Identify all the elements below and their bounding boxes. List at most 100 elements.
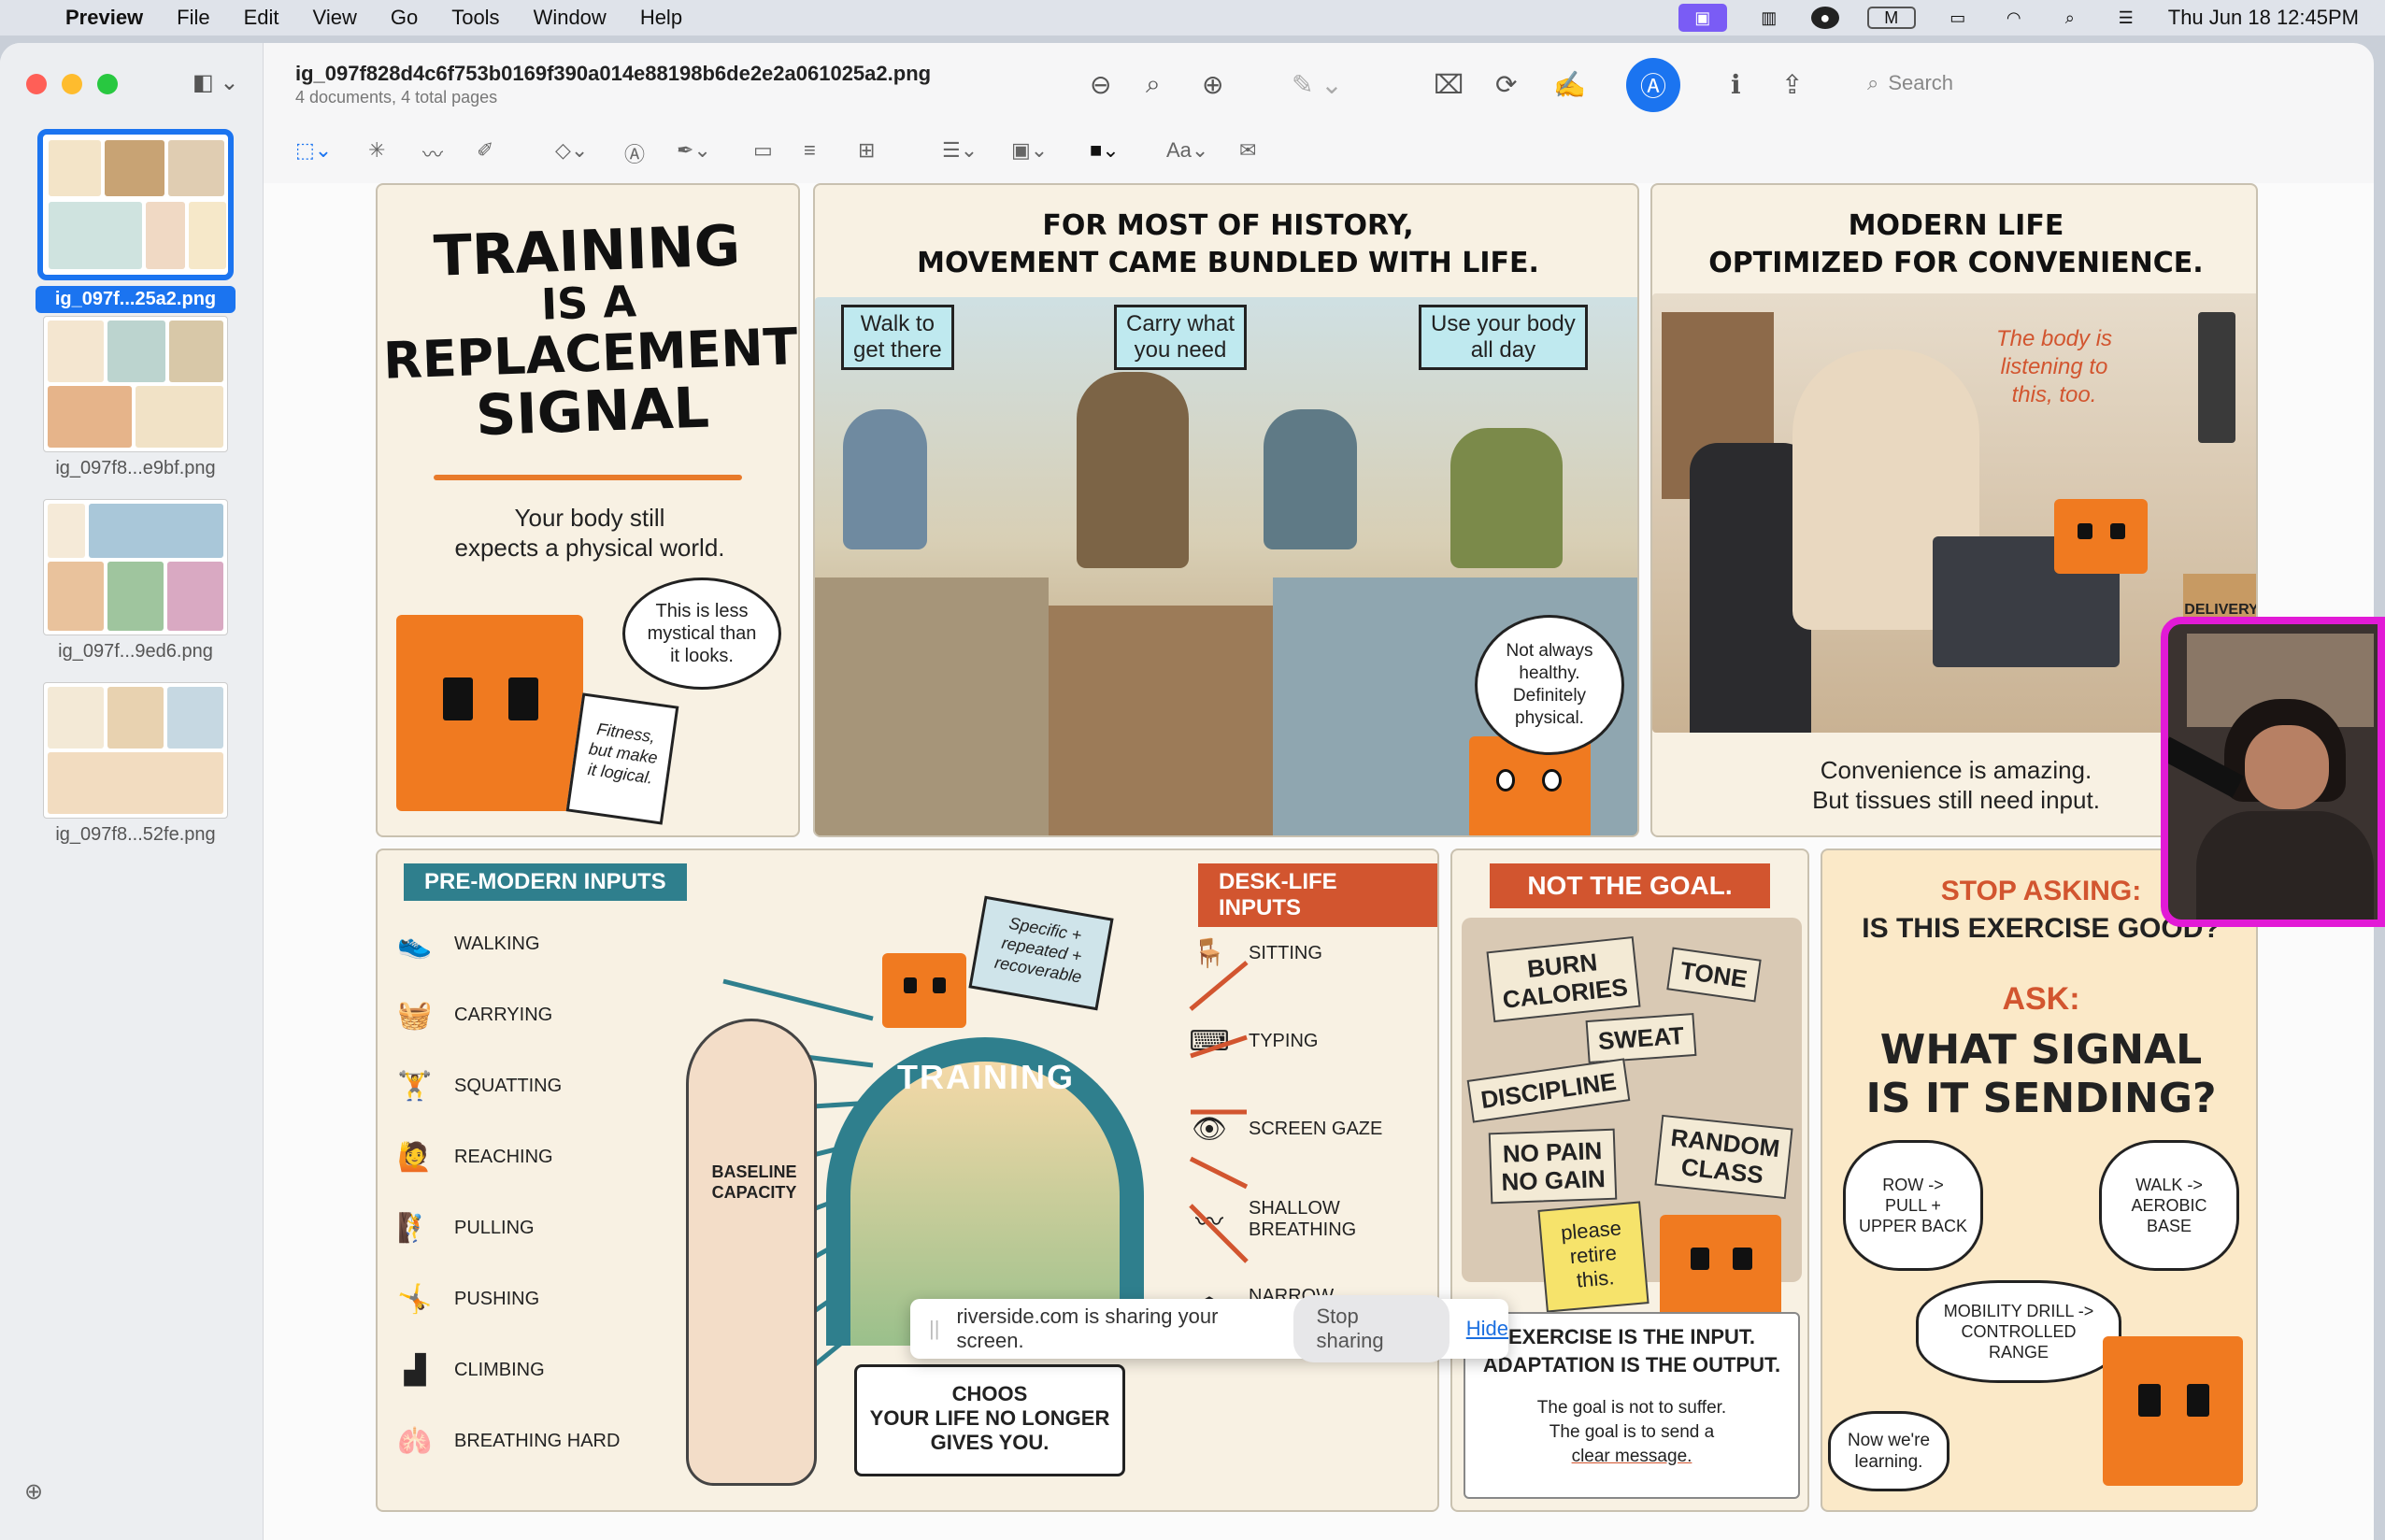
markup-toggle-icon[interactable]: Ⓐ xyxy=(1626,58,1680,112)
screen-record-icon[interactable]: ▣ xyxy=(1678,4,1727,32)
person-face xyxy=(2245,725,2329,809)
mascot xyxy=(2103,1336,2243,1486)
output-card: EXERCISE IS THE INPUT. ADAPTATION IS THE… xyxy=(1464,1312,1800,1499)
menu-edit[interactable]: Edit xyxy=(244,6,279,30)
draw-icon[interactable]: ✐ xyxy=(477,138,493,163)
close-window-button[interactable] xyxy=(26,74,47,94)
basket-icon: 🧺 xyxy=(397,999,433,1031)
screen-sharing-banner: || riverside.com is sharing your screen.… xyxy=(910,1295,1508,1362)
panel-inputs: PRE-MODERN INPUTS DESK-LIFE INPUTS 👟 WALK… xyxy=(376,848,1439,1512)
rotate-icon[interactable]: ⟳ xyxy=(1495,69,1517,100)
lungs-icon: 🫁 xyxy=(397,1425,433,1457)
arrows-right xyxy=(1181,944,1256,1318)
search-placeholder: Search xyxy=(1888,71,1954,94)
clock[interactable]: Thu Jun 18 12:45PM xyxy=(2168,6,2359,30)
page-thumbnail-4[interactable]: ig_097f8...52fe.png xyxy=(36,682,236,846)
pre-modern-label: REACHING xyxy=(454,1146,553,1167)
fill-color-icon[interactable]: ■⌄ xyxy=(1090,138,1120,163)
signature-icon[interactable]: ✒⌄ xyxy=(677,138,711,163)
thumbnail-label: ig_097f...9ed6.png xyxy=(58,641,213,662)
zoom-in-icon[interactable]: ⊕ xyxy=(1202,69,1223,100)
panel-title: MODERN LIFE OPTIMIZED FOR CONVENIENCE. xyxy=(1708,209,2204,279)
rect-select-icon[interactable]: ⬚⌄ xyxy=(295,138,332,163)
crop-icon[interactable]: ⌧ xyxy=(1434,69,1464,100)
walking-figure xyxy=(843,409,927,549)
speech-bubble: Not always healthy. Definitely physical. xyxy=(1475,615,1624,755)
text-style-icon[interactable]: Aa⌄ xyxy=(1166,138,1208,163)
search-icon: ⌕ xyxy=(1867,71,1879,94)
thumbnail-image xyxy=(43,499,228,635)
title-bar: ig_097f828d4c6f753b0169f390a014e88198b6d… xyxy=(264,43,2374,127)
reach-icon: 🙋 xyxy=(397,1141,433,1173)
control-center-icon[interactable]: ☰ xyxy=(2112,7,2140,29)
body-outline: BASELINE CAPACITY xyxy=(686,1019,817,1486)
info-icon[interactable]: ℹ xyxy=(1731,69,1741,100)
thumbnail-label: ig_097f8...52fe.png xyxy=(55,824,216,845)
text-box-icon[interactable]: Ⓐ xyxy=(624,138,645,168)
thumbnail-image xyxy=(43,682,228,819)
minimize-window-button[interactable] xyxy=(62,74,82,94)
zoom-window-button[interactable] xyxy=(97,74,118,94)
pre-modern-label: CARRYING xyxy=(454,1004,553,1025)
spotlight-search-icon[interactable]: ⌕ xyxy=(2056,7,2084,29)
wifi-icon[interactable]: ◠ xyxy=(2000,7,2028,29)
pre-modern-label: CLIMBING xyxy=(454,1359,545,1380)
pre-modern-item: 🫁 BREATHING HARD xyxy=(396,1422,620,1460)
menu-help[interactable]: Help xyxy=(640,6,682,30)
pre-modern-label: PUSHING xyxy=(454,1288,540,1309)
page-thumbnail-1[interactable]: ig_097f...25a2.png xyxy=(36,129,236,313)
panel-not-the-goal: NOT THE GOAL. BURN CALORIES TONE SWEAT D… xyxy=(1450,848,1809,1512)
drag-handle-icon[interactable]: || xyxy=(929,1317,939,1341)
page-thumbnail-3[interactable]: ig_097f...9ed6.png xyxy=(36,499,236,663)
actual-size-icon[interactable]: ⌕ xyxy=(1146,69,1161,100)
input-source-icon[interactable]: M xyxy=(1866,7,1916,29)
menu-go[interactable]: Go xyxy=(391,6,418,30)
hide-link[interactable]: Hide xyxy=(1466,1317,1508,1341)
panel-title: TRAINING IS A REPLACEMENT SIGNAL xyxy=(382,213,799,449)
speech-bubble: Now we're learning. xyxy=(1828,1411,1949,1491)
markup-toolbar: ⬚⌄ ✳ 〰 ✐ ◇⌄ Ⓐ ✒⌄ ▭ ≡ ⊞ ☰⌄ ▣⌄ ■⌄ Aa⌄ ✉ xyxy=(264,133,2374,174)
underline xyxy=(434,475,742,480)
pull-icon: 🧗 xyxy=(397,1212,433,1244)
bread-making-scene xyxy=(1049,606,1273,835)
zoom-out-icon[interactable]: ⊖ xyxy=(1090,69,1111,100)
mascot xyxy=(882,953,966,1028)
menu-app-name[interactable]: Preview xyxy=(65,6,143,30)
line-style-icon[interactable]: ☰⌄ xyxy=(942,138,978,163)
sidebar: ◧ ⌄ ig_097f...25a2.png ig_097f8...e9bf.p… xyxy=(0,43,264,1540)
pre-modern-label: WALKING xyxy=(454,933,540,954)
border-color-icon[interactable]: ▣⌄ xyxy=(1011,138,1048,163)
sticky-note: RANDOM CLASS xyxy=(1654,1114,1793,1200)
search-field[interactable]: ⌕ Search xyxy=(1852,62,2133,105)
washing-figure xyxy=(1264,409,1357,549)
adjust-color-icon[interactable]: ≡ xyxy=(804,138,816,163)
note-icon[interactable]: ▭ xyxy=(753,138,773,163)
shapes-icon[interactable]: ◇⌄ xyxy=(555,138,588,163)
thumbnail-label: ig_097f...25a2.png xyxy=(36,286,236,313)
app-status-icon[interactable]: ● xyxy=(1810,7,1839,29)
menu-file[interactable]: File xyxy=(177,6,209,30)
ask-label: ASK: xyxy=(2002,981,2080,1017)
sketch-icon[interactable]: 〰 xyxy=(422,138,443,168)
battery-icon[interactable]: ▭ xyxy=(1944,7,1972,29)
menu-view[interactable]: View xyxy=(313,6,357,30)
sign-icon[interactable]: ✍ xyxy=(1553,69,1586,100)
desk-life-heading: DESK-LIFE INPUTS xyxy=(1198,863,1437,927)
sidebar-toggle-icon[interactable]: ◧ ⌄ xyxy=(193,69,238,96)
stop-sharing-button[interactable]: Stop sharing xyxy=(1293,1295,1450,1362)
sticky-note: SWEAT xyxy=(1585,1013,1697,1063)
layout-icon[interactable]: ▥ xyxy=(1755,7,1783,29)
highlight-pen-icon[interactable]: ✎ ⌄ xyxy=(1292,69,1343,100)
menu-window[interactable]: Window xyxy=(534,6,607,30)
adjust-size-icon[interactable]: ⊞ xyxy=(858,138,875,163)
add-page-icon[interactable]: ⊕ xyxy=(24,1478,43,1505)
page-thumbnail-2[interactable]: ig_097f8...e9bf.png xyxy=(36,316,236,479)
pre-modern-label: BREATHING HARD xyxy=(454,1430,621,1451)
not-goal-heading: NOT THE GOAL. xyxy=(1490,863,1770,908)
annotate-icon[interactable]: ✉ xyxy=(1239,138,1256,163)
share-icon[interactable]: ⇪ xyxy=(1781,69,1803,100)
pre-modern-item: 🙋 REACHING xyxy=(396,1138,553,1176)
menu-tools[interactable]: Tools xyxy=(451,6,499,30)
speech-bubble: MOBILITY DRILL -> CONTROLLED RANGE xyxy=(1916,1280,2121,1383)
instant-alpha-icon[interactable]: ✳ xyxy=(368,138,385,163)
